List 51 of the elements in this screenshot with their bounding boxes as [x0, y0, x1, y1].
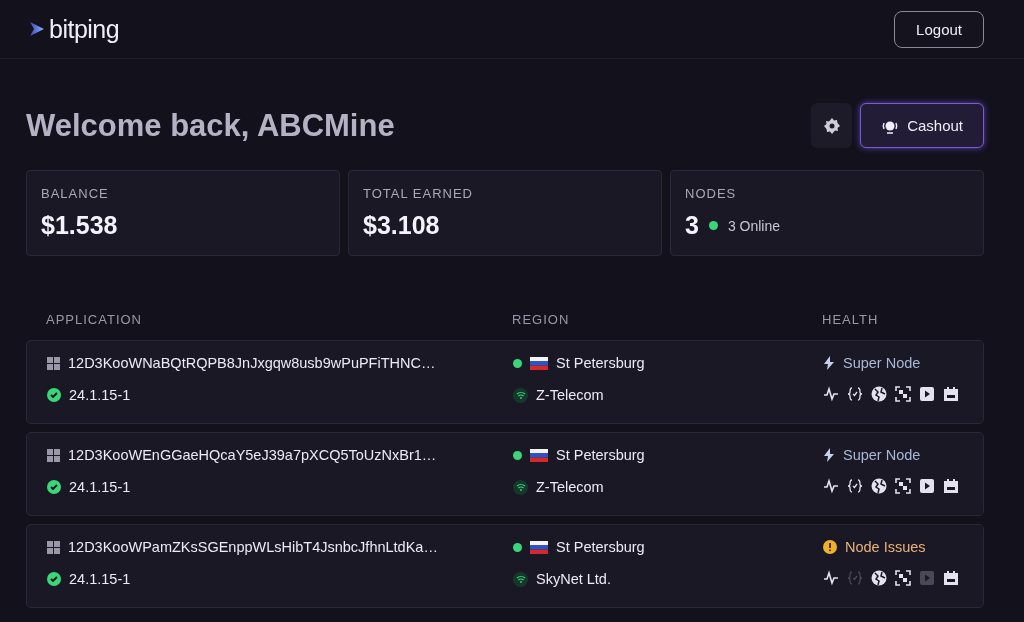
isp-name: SkyNet Ltd.	[536, 571, 611, 587]
flag-icon	[530, 448, 548, 462]
online-dot	[708, 221, 718, 230]
stat-value: 3	[685, 211, 699, 240]
flag-icon	[530, 540, 548, 554]
region-city: St Petersburg	[556, 539, 645, 555]
windows-icon	[47, 448, 60, 462]
status-dot	[513, 358, 522, 368]
isp-name: Z-Telecom	[536, 387, 604, 403]
node-version: 24.1.15-1	[69, 387, 131, 403]
windows-icon	[47, 356, 60, 370]
status-dot	[513, 542, 522, 552]
column-header: REGION	[512, 312, 570, 327]
logo-text: bitping	[49, 14, 120, 44]
node-row[interactable]: 12D3KooWEnGGaeHQcaY5eJ39a7pXCQ5ToUzNxBr1… 24.1.15-1 St Petersburg Z-Telecom Super Node	[26, 432, 984, 516]
wifi-icon	[513, 479, 528, 495]
check-circle-icon	[47, 480, 61, 494]
logout-button[interactable]: Logout	[894, 10, 984, 48]
status-dot	[513, 450, 522, 460]
node-id: 12D3KooWPamZKsSGEnppWLsHibT4JsnbcJfhnLtdKa…	[68, 539, 438, 555]
node-row[interactable]: 12D3KooWPamZKsSGEnppWLsHibT4JsnbcJfhnLtdKa… 24.1.15-1 St Petersburg SkyNet Ltd. Node Issues	[26, 524, 984, 608]
node-version: 24.1.15-1	[69, 479, 131, 495]
stat-label: NODES	[685, 186, 738, 201]
flag-icon	[530, 356, 548, 370]
health-status: Super Node	[843, 447, 921, 463]
stat-value: $1.538	[41, 211, 118, 240]
stat-label: BALANCE	[41, 186, 110, 201]
windows-icon	[47, 540, 60, 554]
node-version: 24.1.15-1	[69, 571, 131, 587]
isp-name: Z-Telecom	[536, 479, 604, 495]
node-row[interactable]: 12D3KooWNaBQtRQPB8JnJxgqw8usb9wPuPFiTHNC… 24.1.15-1 St Petersburg Z-Telecom Super Node	[26, 340, 984, 424]
region-city: St Petersburg	[556, 447, 645, 463]
region-city: St Petersburg	[556, 355, 645, 371]
stat-value: $3.108	[363, 211, 440, 240]
check-circle-icon	[47, 572, 61, 586]
node-id: 12D3KooWNaBQtRQPB8JnJxgqw8usb9wPuPFiTHNC…	[68, 355, 436, 371]
stat-label: TOTAL EARNED	[363, 186, 474, 201]
column-header: APPLICATION	[46, 312, 142, 327]
logo-icon	[28, 20, 46, 38]
online-count: 3 Online	[727, 217, 781, 234]
welcome-title: Welcome back, ABCMine	[26, 107, 395, 144]
wifi-icon	[513, 571, 528, 587]
settings-button[interactable]	[811, 103, 853, 148]
check-circle-icon	[47, 388, 61, 402]
column-header: HEALTH	[822, 312, 879, 327]
cashout-button[interactable]: Cashout	[860, 103, 984, 148]
health-status: Super Node	[843, 355, 921, 371]
health-status: Node Issues	[845, 539, 926, 555]
wifi-icon	[513, 387, 528, 403]
node-id: 12D3KooWEnGGaeHQcaY5eJ39a7pXCQ5ToUzNxBr1…	[68, 447, 437, 463]
settings-icon	[823, 117, 840, 134]
